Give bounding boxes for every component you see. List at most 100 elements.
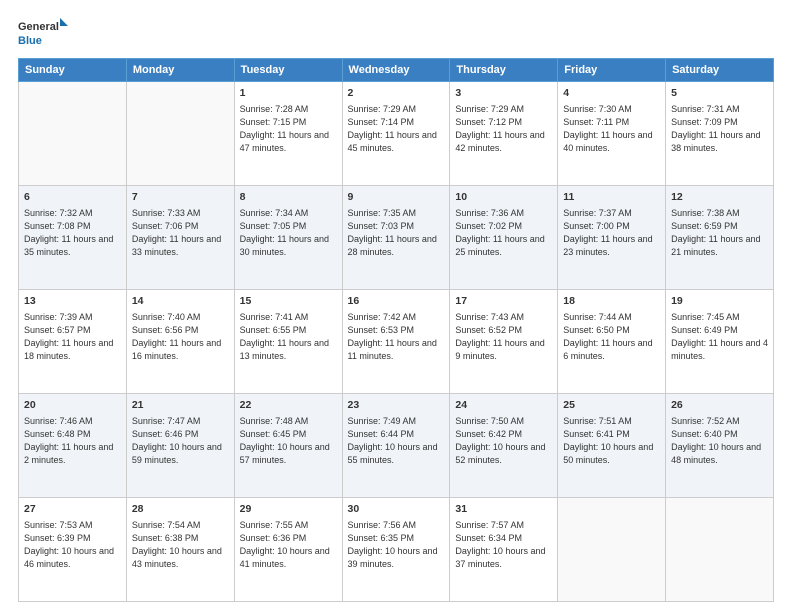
day-number: 20 xyxy=(24,398,121,413)
day-info: Sunrise: 7:47 AM Sunset: 6:46 PM Dayligh… xyxy=(132,415,229,467)
day-number: 2 xyxy=(348,86,445,101)
day-number: 22 xyxy=(240,398,337,413)
day-info: Sunrise: 7:29 AM Sunset: 7:14 PM Dayligh… xyxy=(348,103,445,155)
calendar-cell: 13 Sunrise: 7:39 AM Sunset: 6:57 PM Dayli… xyxy=(19,290,127,394)
day-number: 27 xyxy=(24,502,121,517)
day-number: 13 xyxy=(24,294,121,309)
calendar-cell: 30Sunrise: 7:56 AM Sunset: 6:35 PM Dayli… xyxy=(342,498,450,602)
day-info: Sunrise: 7:54 AM Sunset: 6:38 PM Dayligh… xyxy=(132,519,229,571)
day-info: Sunrise: 7:29 AM Sunset: 7:12 PM Dayligh… xyxy=(455,103,552,155)
day-number: 21 xyxy=(132,398,229,413)
day-info: Sunrise: 7:56 AM Sunset: 6:35 PM Dayligh… xyxy=(348,519,445,571)
calendar-cell xyxy=(558,498,666,602)
day-number: 3 xyxy=(455,86,552,101)
day-info: Sunrise: 7:32 AM Sunset: 7:08 PM Dayligh… xyxy=(24,207,121,259)
calendar-week-1: 1 Sunrise: 7:28 AM Sunset: 7:15 PM Daylig… xyxy=(19,82,774,186)
header: General Blue xyxy=(18,16,774,50)
calendar-cell: 6Sunrise: 7:32 AM Sunset: 7:08 PM Daylig… xyxy=(19,186,127,290)
day-info: Sunrise: 7:49 AM Sunset: 6:44 PM Dayligh… xyxy=(348,415,445,467)
day-number: 12 xyxy=(671,190,768,205)
calendar-header: SundayMondayTuesdayWednesdayThursdayFrid… xyxy=(19,59,774,82)
calendar-cell: 3 Sunrise: 7:29 AM Sunset: 7:12 PM Daylig… xyxy=(450,82,558,186)
calendar-cell: 26 Sunrise: 7:52 AM Sunset: 6:40 PM Dayli… xyxy=(666,394,774,498)
weekday-header-monday: Monday xyxy=(126,59,234,82)
svg-text:Blue: Blue xyxy=(18,35,42,47)
calendar-cell: 12 Sunrise: 7:38 AM Sunset: 6:59 PM Dayli… xyxy=(666,186,774,290)
calendar-cell: 19 Sunrise: 7:45 AM Sunset: 6:49 PM Dayli… xyxy=(666,290,774,394)
day-info: Sunrise: 7:30 AM Sunset: 7:11 PM Dayligh… xyxy=(563,103,660,155)
day-number: 15 xyxy=(240,294,337,309)
day-info: Sunrise: 7:43 AM Sunset: 6:52 PM Dayligh… xyxy=(455,311,552,363)
day-info: Sunrise: 7:41 AM Sunset: 6:55 PM Dayligh… xyxy=(240,311,337,363)
svg-text:General: General xyxy=(18,21,59,33)
calendar-week-2: 6Sunrise: 7:32 AM Sunset: 7:08 PM Daylig… xyxy=(19,186,774,290)
day-info: Sunrise: 7:52 AM Sunset: 6:40 PM Dayligh… xyxy=(671,415,768,467)
calendar-cell: 16Sunrise: 7:42 AM Sunset: 6:53 PM Dayli… xyxy=(342,290,450,394)
day-info: Sunrise: 7:55 AM Sunset: 6:36 PM Dayligh… xyxy=(240,519,337,571)
calendar-cell: 1 Sunrise: 7:28 AM Sunset: 7:15 PM Daylig… xyxy=(234,82,342,186)
calendar-week-4: 20Sunrise: 7:46 AM Sunset: 6:48 PM Dayli… xyxy=(19,394,774,498)
calendar-cell: 20Sunrise: 7:46 AM Sunset: 6:48 PM Dayli… xyxy=(19,394,127,498)
day-info: Sunrise: 7:38 AM Sunset: 6:59 PM Dayligh… xyxy=(671,207,768,259)
calendar-cell xyxy=(666,498,774,602)
logo: General Blue xyxy=(18,16,68,50)
weekday-header-row: SundayMondayTuesdayWednesdayThursdayFrid… xyxy=(19,59,774,82)
day-info: Sunrise: 7:28 AM Sunset: 7:15 PM Dayligh… xyxy=(240,103,337,155)
calendar-cell: 17 Sunrise: 7:43 AM Sunset: 6:52 PM Dayli… xyxy=(450,290,558,394)
day-info: Sunrise: 7:50 AM Sunset: 6:42 PM Dayligh… xyxy=(455,415,552,467)
calendar-cell: 7 Sunrise: 7:33 AM Sunset: 7:06 PM Daylig… xyxy=(126,186,234,290)
calendar-cell: 24 Sunrise: 7:50 AM Sunset: 6:42 PM Dayli… xyxy=(450,394,558,498)
day-number: 14 xyxy=(132,294,229,309)
day-info: Sunrise: 7:36 AM Sunset: 7:02 PM Dayligh… xyxy=(455,207,552,259)
calendar-cell: 5 Sunrise: 7:31 AM Sunset: 7:09 PM Daylig… xyxy=(666,82,774,186)
weekday-header-tuesday: Tuesday xyxy=(234,59,342,82)
calendar-cell: 22 Sunrise: 7:48 AM Sunset: 6:45 PM Dayli… xyxy=(234,394,342,498)
calendar-week-3: 13 Sunrise: 7:39 AM Sunset: 6:57 PM Dayli… xyxy=(19,290,774,394)
day-number: 8 xyxy=(240,190,337,205)
weekday-header-friday: Friday xyxy=(558,59,666,82)
day-info: Sunrise: 7:51 AM Sunset: 6:41 PM Dayligh… xyxy=(563,415,660,467)
calendar-cell: 18Sunrise: 7:44 AM Sunset: 6:50 PM Dayli… xyxy=(558,290,666,394)
day-number: 17 xyxy=(455,294,552,309)
calendar-cell: 21 Sunrise: 7:47 AM Sunset: 6:46 PM Dayli… xyxy=(126,394,234,498)
day-number: 7 xyxy=(132,190,229,205)
day-info: Sunrise: 7:35 AM Sunset: 7:03 PM Dayligh… xyxy=(348,207,445,259)
calendar-cell: 28 Sunrise: 7:54 AM Sunset: 6:38 PM Dayli… xyxy=(126,498,234,602)
calendar-table: SundayMondayTuesdayWednesdayThursdayFrid… xyxy=(18,58,774,602)
weekday-header-thursday: Thursday xyxy=(450,59,558,82)
calendar-week-5: 27 Sunrise: 7:53 AM Sunset: 6:39 PM Dayli… xyxy=(19,498,774,602)
day-number: 19 xyxy=(671,294,768,309)
day-number: 18 xyxy=(563,294,660,309)
day-info: Sunrise: 7:33 AM Sunset: 7:06 PM Dayligh… xyxy=(132,207,229,259)
weekday-header-sunday: Sunday xyxy=(19,59,127,82)
weekday-header-wednesday: Wednesday xyxy=(342,59,450,82)
day-info: Sunrise: 7:34 AM Sunset: 7:05 PM Dayligh… xyxy=(240,207,337,259)
calendar-cell: 10 Sunrise: 7:36 AM Sunset: 7:02 PM Dayli… xyxy=(450,186,558,290)
day-number: 31 xyxy=(455,502,552,517)
day-number: 28 xyxy=(132,502,229,517)
calendar-cell: 31Sunrise: 7:57 AM Sunset: 6:34 PM Dayli… xyxy=(450,498,558,602)
day-number: 4 xyxy=(563,86,660,101)
day-info: Sunrise: 7:37 AM Sunset: 7:00 PM Dayligh… xyxy=(563,207,660,259)
day-info: Sunrise: 7:39 AM Sunset: 6:57 PM Dayligh… xyxy=(24,311,121,363)
calendar-cell: 8 Sunrise: 7:34 AM Sunset: 7:05 PM Daylig… xyxy=(234,186,342,290)
logo-svg: General Blue xyxy=(18,16,68,50)
day-number: 10 xyxy=(455,190,552,205)
calendar-cell: 15 Sunrise: 7:41 AM Sunset: 6:55 PM Dayli… xyxy=(234,290,342,394)
calendar-body: 1 Sunrise: 7:28 AM Sunset: 7:15 PM Daylig… xyxy=(19,82,774,602)
calendar-cell: 4 Sunrise: 7:30 AM Sunset: 7:11 PM Daylig… xyxy=(558,82,666,186)
day-number: 5 xyxy=(671,86,768,101)
day-number: 26 xyxy=(671,398,768,413)
day-number: 24 xyxy=(455,398,552,413)
day-info: Sunrise: 7:48 AM Sunset: 6:45 PM Dayligh… xyxy=(240,415,337,467)
day-info: Sunrise: 7:53 AM Sunset: 6:39 PM Dayligh… xyxy=(24,519,121,571)
day-info: Sunrise: 7:45 AM Sunset: 6:49 PM Dayligh… xyxy=(671,311,768,363)
calendar-cell: 2 Sunrise: 7:29 AM Sunset: 7:14 PM Daylig… xyxy=(342,82,450,186)
calendar-cell: 27 Sunrise: 7:53 AM Sunset: 6:39 PM Dayli… xyxy=(19,498,127,602)
day-info: Sunrise: 7:31 AM Sunset: 7:09 PM Dayligh… xyxy=(671,103,768,155)
calendar-cell xyxy=(126,82,234,186)
day-info: Sunrise: 7:40 AM Sunset: 6:56 PM Dayligh… xyxy=(132,311,229,363)
calendar-cell: 11Sunrise: 7:37 AM Sunset: 7:00 PM Dayli… xyxy=(558,186,666,290)
day-number: 1 xyxy=(240,86,337,101)
day-number: 9 xyxy=(348,190,445,205)
